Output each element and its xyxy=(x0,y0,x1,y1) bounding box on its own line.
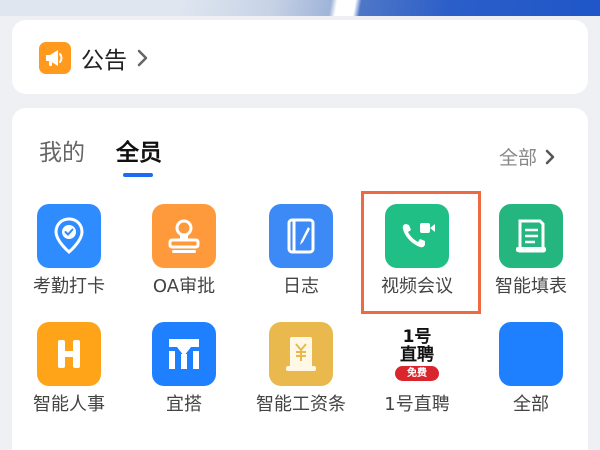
app-label: 智能人事 xyxy=(33,394,105,415)
megaphone-icon xyxy=(39,42,71,74)
zhipin-logo-top: 1号 xyxy=(402,326,432,347)
app-1hao-zhipin[interactable]: 1号 直聘 免费 1号直聘 xyxy=(357,322,477,416)
app-smart-hr[interactable]: 智能人事 xyxy=(9,322,129,416)
top-banner xyxy=(0,0,600,16)
video-call-icon xyxy=(385,204,449,268)
app-smart-form[interactable]: 智能填表 xyxy=(471,204,591,298)
app-all[interactable]: 全部 xyxy=(471,322,591,416)
tab-all[interactable]: 全员 xyxy=(116,139,162,167)
app-label: 智能工资条 xyxy=(256,394,346,415)
app-attendance[interactable]: 考勤打卡 xyxy=(9,204,129,298)
tab-mine[interactable]: 我的 xyxy=(39,139,85,167)
notice-label: 公告 xyxy=(81,48,127,74)
yida-logo-icon xyxy=(152,322,216,386)
app-label: 1号直聘 xyxy=(384,394,450,415)
form-icon xyxy=(499,204,563,268)
app-label: 全部 xyxy=(513,394,549,415)
zhipin-logo-icon: 1号 直聘 免费 xyxy=(385,322,449,386)
tab-active-indicator xyxy=(123,173,153,177)
app-label: OA审批 xyxy=(152,276,216,297)
app-label: 日志 xyxy=(283,276,319,297)
salary-slip-icon xyxy=(269,322,333,386)
app-yida[interactable]: 宜搭 xyxy=(124,322,244,416)
app-label: 考勤打卡 xyxy=(33,276,105,297)
notebook-icon xyxy=(269,204,333,268)
all-link-label: 全部 xyxy=(498,147,537,169)
app-video-meeting[interactable]: 视频会议 xyxy=(357,204,477,298)
stamp-icon xyxy=(152,204,216,268)
app-salary-slip[interactable]: 智能工资条 xyxy=(241,322,361,416)
app-label: 视频会议 xyxy=(381,276,453,297)
all-apps-icon xyxy=(499,322,563,386)
chevron-right-icon xyxy=(545,149,556,165)
app-oa-approval[interactable]: OA审批 xyxy=(124,204,244,298)
location-pin-icon xyxy=(37,204,101,268)
zhipin-logo-badge: 免费 xyxy=(395,365,439,381)
notice-card[interactable]: 公告 xyxy=(12,20,588,94)
all-link[interactable]: 全部 xyxy=(499,143,556,170)
app-log[interactable]: 日志 xyxy=(241,204,361,298)
zhipin-logo-mid: 直聘 xyxy=(400,344,434,365)
app-label: 宜搭 xyxy=(166,394,202,415)
app-label: 智能填表 xyxy=(495,276,567,297)
chevron-right-icon xyxy=(137,49,149,67)
h-logo-icon xyxy=(37,322,101,386)
notice-row[interactable]: 公告 xyxy=(39,42,149,74)
